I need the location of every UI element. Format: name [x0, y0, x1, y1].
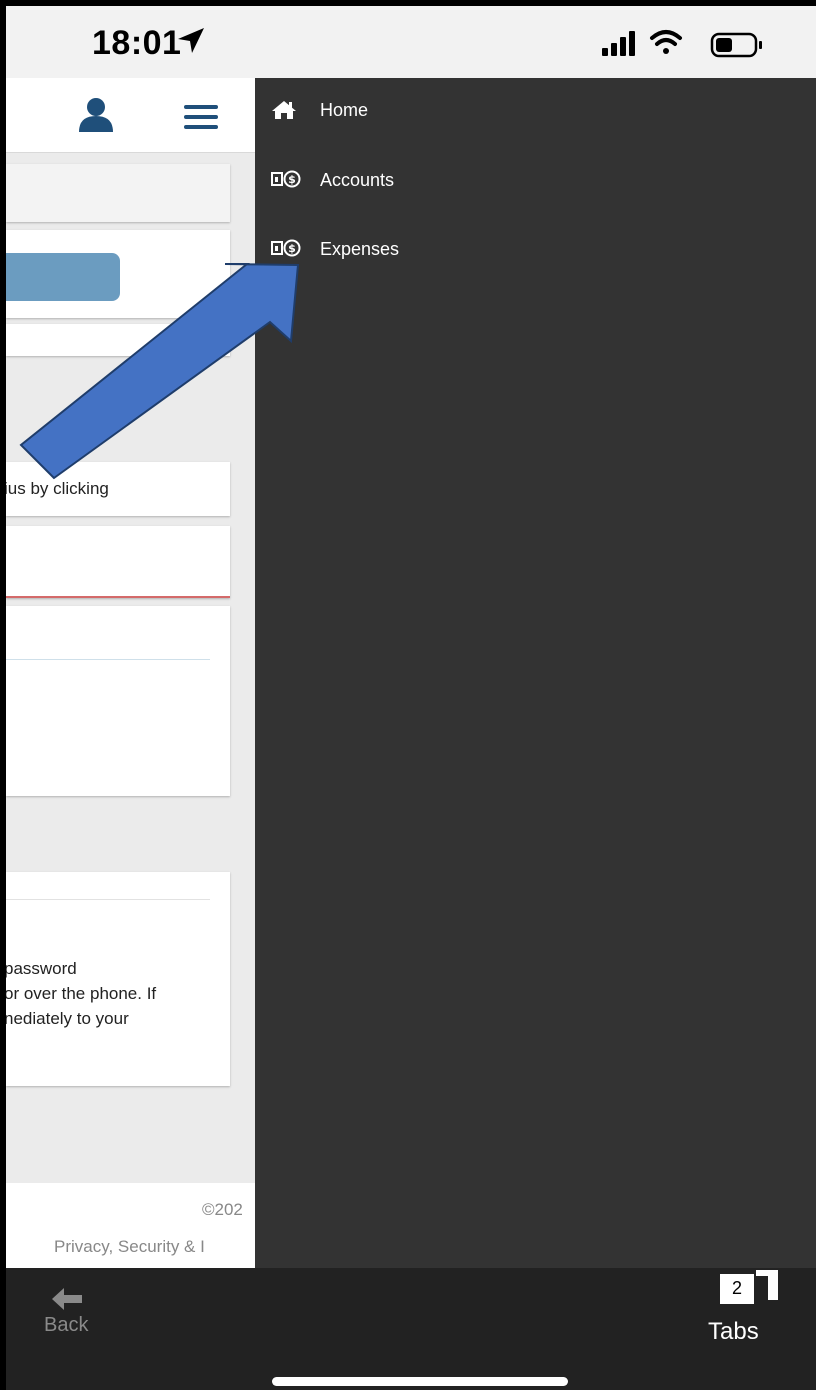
location-arrow-icon — [176, 26, 206, 59]
status-icons — [602, 28, 802, 65]
background-page: ius by clicking password or over the pho… — [6, 78, 255, 1268]
content-card — [6, 230, 230, 318]
tabs-count-badge[interactable]: 2 — [720, 1274, 754, 1304]
page-footer: ©202 Privacy, Security & I — [6, 1183, 255, 1268]
page-header — [6, 78, 255, 153]
home-indicator[interactable] — [272, 1377, 568, 1386]
back-arrow-icon[interactable] — [50, 1286, 84, 1317]
warning-line: password — [6, 959, 77, 978]
primary-button[interactable] — [6, 253, 120, 301]
content-card — [6, 324, 230, 356]
divider — [6, 659, 210, 660]
money-icon: $ — [271, 170, 301, 193]
content-card — [6, 164, 230, 222]
menu-item-label: Accounts — [320, 170, 395, 190]
status-bar: 18:01 — [6, 6, 816, 78]
divider — [6, 899, 210, 900]
menu-item-label: Home — [320, 100, 369, 120]
footer-copyright: ©202 — [202, 1200, 243, 1219]
signal-icon — [602, 31, 635, 56]
menu-item-home[interactable]: Home — [255, 88, 816, 132]
user-icon[interactable] — [76, 96, 116, 137]
warning-line: nediately to your — [6, 1009, 129, 1028]
hamburger-menu-icon[interactable] — [184, 105, 218, 134]
menu-item-expenses[interactable]: $ Expenses — [255, 227, 816, 271]
battery-icon — [710, 32, 762, 58]
back-button[interactable]: Back — [44, 1314, 88, 1337]
tabs-button[interactable]: Tabs — [708, 1318, 759, 1346]
notice-card: ius by clicking — [6, 462, 230, 516]
warning-line: or over the phone. If — [6, 984, 157, 1003]
menu-item-label: Expenses — [320, 239, 400, 259]
svg-text:$: $ — [288, 173, 296, 186]
footer-links[interactable]: Privacy, Security & I — [54, 1237, 205, 1257]
alert-card — [6, 526, 230, 598]
nav-drawer: Home $ Accounts $ Expenses — [255, 78, 816, 1268]
browser-toolbar: Back 2 Tabs — [6, 1268, 816, 1390]
warning-card: password or over the phone. If nediately… — [6, 872, 230, 1086]
notice-text: ius by clicking — [6, 479, 109, 498]
wifi-icon — [650, 30, 682, 54]
home-icon — [271, 100, 297, 125]
status-time: 18:01 — [92, 24, 182, 62]
content-card — [6, 606, 230, 796]
menu-item-accounts[interactable]: $ Accounts — [255, 158, 816, 202]
money-icon: $ — [271, 239, 301, 262]
svg-text:$: $ — [288, 242, 296, 255]
